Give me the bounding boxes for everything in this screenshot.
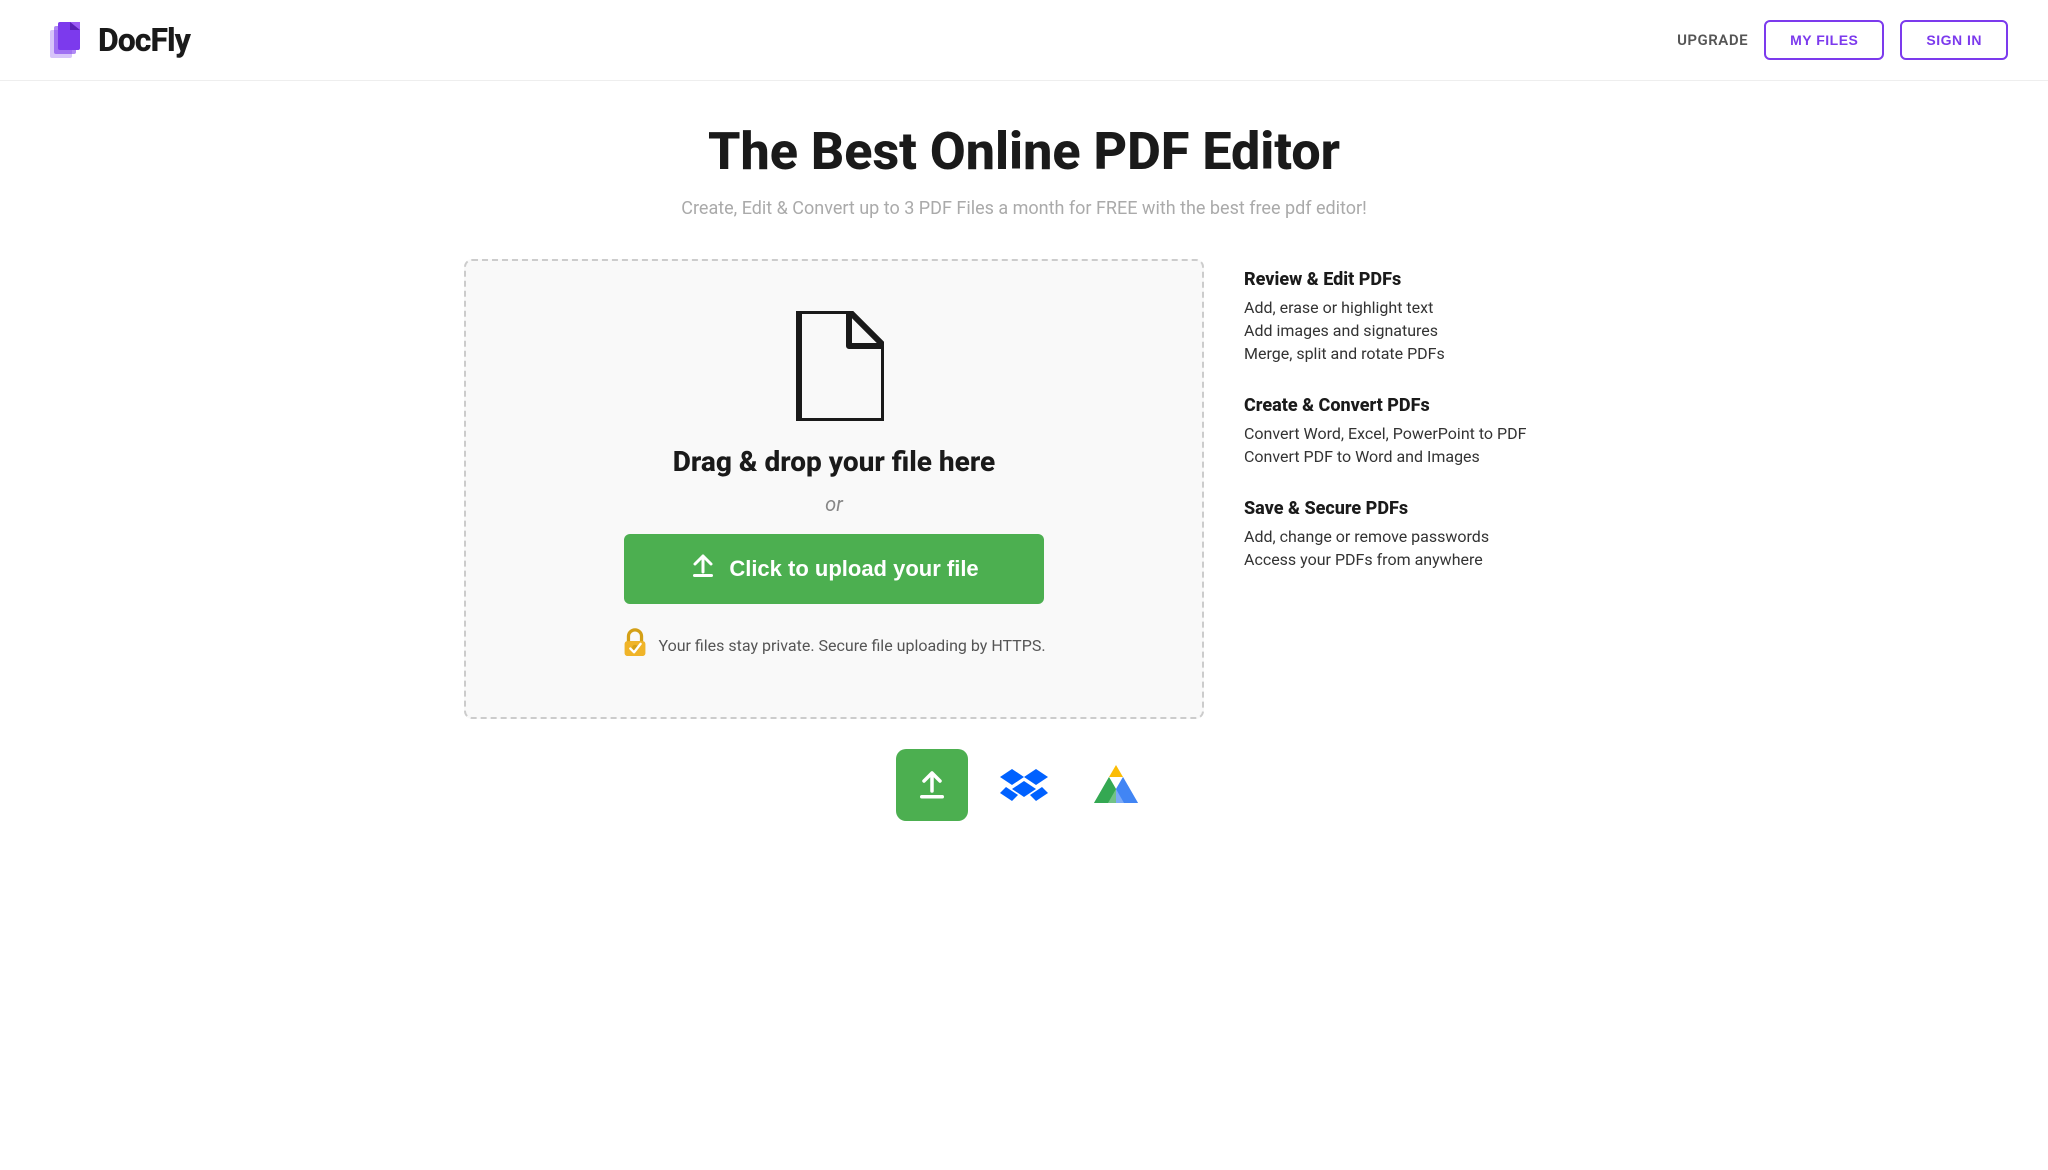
feature-item-1-0: Convert Word, Excel, PowerPoint to PDF	[1244, 424, 1584, 443]
local-upload-button[interactable]	[896, 749, 968, 821]
local-upload-icon	[914, 767, 950, 803]
upload-button-icon	[689, 552, 717, 586]
sign-in-button[interactable]: SIGN IN	[1900, 20, 2008, 60]
logo-text: DocFly	[98, 21, 190, 59]
feature-item-1-1: Convert PDF to Word and Images	[1244, 447, 1584, 466]
feature-heading-0: Review & Edit PDFs	[1244, 269, 1584, 290]
dropbox-icon	[998, 759, 1050, 811]
lock-svg	[622, 628, 648, 656]
header-nav: UPGRADE MY FILES SIGN IN	[1677, 20, 2008, 60]
upload-arrow-icon	[689, 552, 717, 580]
or-text: or	[825, 492, 843, 516]
feature-item-0-1: Add images and signatures	[1244, 321, 1584, 340]
header: DocFly UPGRADE MY FILES SIGN IN	[0, 0, 2048, 81]
feature-item-2-0: Add, change or remove passwords	[1244, 527, 1584, 546]
page-title: The Best Online PDF Editor	[464, 121, 1584, 182]
upload-button[interactable]: Click to upload your file	[624, 534, 1044, 604]
upgrade-link[interactable]: UPGRADE	[1677, 31, 1748, 49]
feature-group-0: Review & Edit PDFs Add, erase or highlig…	[1244, 269, 1584, 363]
feature-item-0-0: Add, erase or highlight text	[1244, 298, 1584, 317]
feature-item-2-1: Access your PDFs from anywhere	[1244, 550, 1584, 569]
drag-drop-text: Drag & drop your file here	[673, 445, 995, 478]
features-panel: Review & Edit PDFs Add, erase or highlig…	[1244, 259, 1584, 601]
upload-sources	[464, 749, 1584, 821]
dropbox-button[interactable]	[988, 749, 1060, 821]
logo: DocFly	[40, 16, 190, 64]
upload-button-label: Click to upload your file	[729, 556, 978, 582]
feature-heading-1: Create & Convert PDFs	[1244, 395, 1584, 416]
page-subtitle: Create, Edit & Convert up to 3 PDF Files…	[464, 198, 1584, 219]
feature-group-2: Save & Secure PDFs Add, change or remove…	[1244, 498, 1584, 569]
google-drive-button[interactable]	[1080, 749, 1152, 821]
google-drive-icon	[1090, 759, 1142, 811]
feature-heading-2: Save & Secure PDFs	[1244, 498, 1584, 519]
feature-item-0-2: Merge, split and rotate PDFs	[1244, 344, 1584, 363]
main-content: The Best Online PDF Editor Create, Edit …	[424, 81, 1624, 841]
file-icon	[784, 311, 884, 421]
security-text: Your files stay private. Secure file upl…	[658, 636, 1045, 655]
feature-group-1: Create & Convert PDFs Convert Word, Exce…	[1244, 395, 1584, 466]
dropzone[interactable]: Drag & drop your file here or Click to u…	[464, 259, 1204, 719]
content-row: Drag & drop your file here or Click to u…	[464, 259, 1584, 719]
security-note: Your files stay private. Secure file upl…	[622, 628, 1045, 662]
logo-icon	[40, 16, 88, 64]
my-files-button[interactable]: MY FILES	[1764, 20, 1884, 60]
lock-icon	[622, 628, 648, 662]
